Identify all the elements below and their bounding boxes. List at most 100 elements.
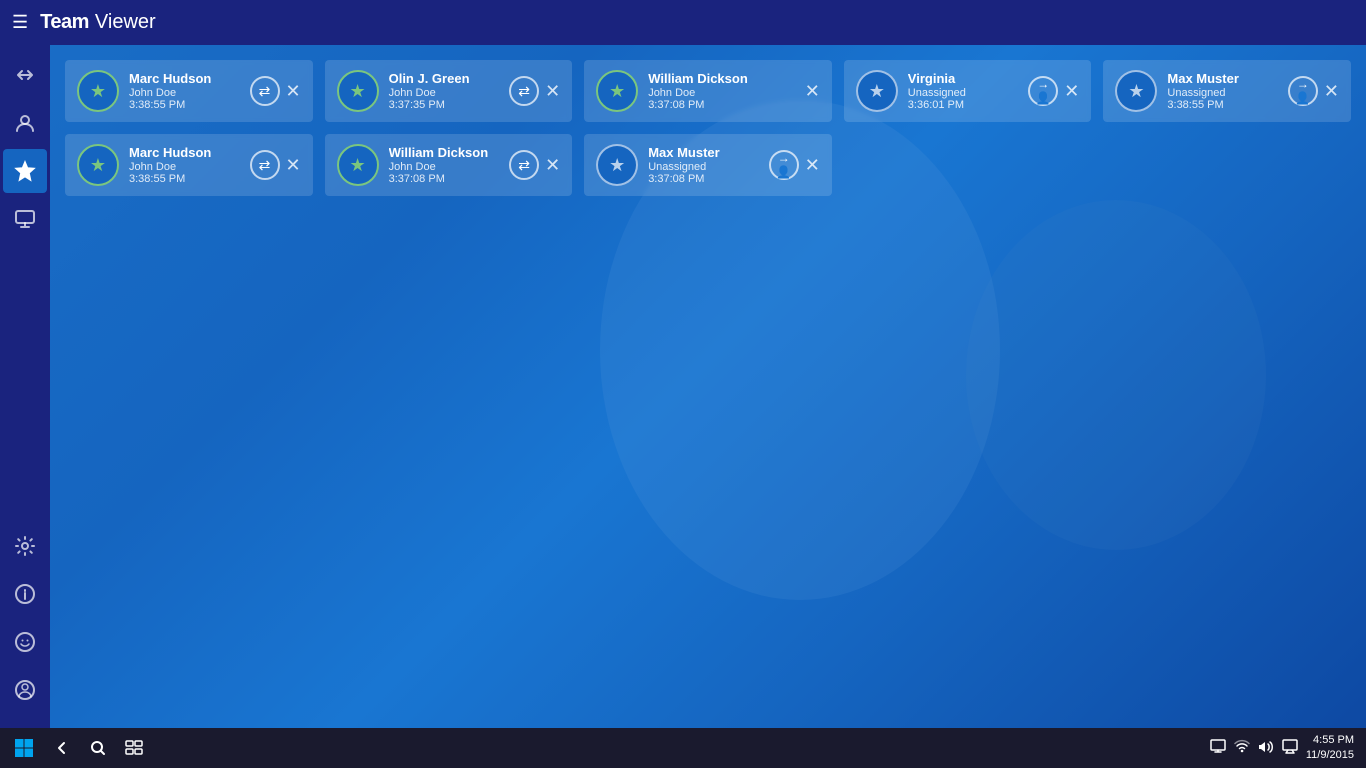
session-actions-1: ⇄ ✕ <box>250 76 301 106</box>
sidebar-item-settings[interactable] <box>3 524 47 568</box>
sidebar-bottom <box>3 524 47 720</box>
session-card-marc-hudson-2: ★ Marc Hudson John Doe 3:38:55 PM ⇄ ✕ <box>65 134 313 196</box>
close-button-1[interactable]: ✕ <box>286 82 301 100</box>
windows-start-button[interactable] <box>4 728 44 768</box>
session-actions-8: →👤 ✕ <box>769 150 820 180</box>
session-card-max-muster-1: ★ Max Muster Unassigned 3:38:55 PM →👤 ✕ <box>1103 60 1351 122</box>
sidebar-item-info[interactable] <box>3 572 47 616</box>
session-name-5: Max Muster <box>1167 71 1278 86</box>
session-time-7: 3:37:08 PM <box>389 173 500 185</box>
session-time-6: 3:38:55 PM <box>129 173 240 185</box>
switch-button-7[interactable]: ⇄ <box>509 150 539 180</box>
logo-team: Team <box>40 11 89 34</box>
session-actions-5: →👤 ✕ <box>1288 76 1339 106</box>
session-card-william-dickson-1: ★ William Dickson John Doe 3:37:08 PM ✕ <box>584 60 832 122</box>
session-user-4: Unassigned <box>908 87 1019 99</box>
session-avatar-3: ★ <box>596 70 638 112</box>
sidebar-item-feedback[interactable] <box>3 620 47 664</box>
session-info-4: Virginia Unassigned 3:36:01 PM <box>908 71 1019 111</box>
search-icon <box>89 739 107 757</box>
session-actions-3: ✕ <box>805 82 820 100</box>
close-button-3[interactable]: ✕ <box>805 82 820 100</box>
wifi-icon <box>1234 739 1250 755</box>
sidebar-item-profile[interactable] <box>3 668 47 712</box>
monitor-icon <box>1210 739 1226 755</box>
session-info-6: Marc Hudson John Doe 3:38:55 PM <box>129 145 240 185</box>
session-avatar-4: ★ <box>856 70 898 112</box>
session-name-6: Marc Hudson <box>129 145 240 160</box>
taskbar-notification-icon[interactable] <box>1282 739 1298 758</box>
session-avatar-5: ★ <box>1115 70 1157 112</box>
session-info-1: Marc Hudson John Doe 3:38:55 PM <box>129 71 240 111</box>
session-actions-4: →👤 ✕ <box>1028 76 1079 106</box>
switch-button-6[interactable]: ⇄ <box>250 150 280 180</box>
notification-icon <box>1282 739 1298 755</box>
session-info-5: Max Muster Unassigned 3:38:55 PM <box>1167 71 1278 111</box>
computers-icon <box>14 208 36 230</box>
session-user-6: John Doe <box>129 161 240 173</box>
close-button-2[interactable]: ✕ <box>545 82 560 100</box>
session-info-8: Max Muster Unassigned 3:37:08 PM <box>648 145 759 185</box>
session-time-3: 3:37:08 PM <box>648 99 795 111</box>
session-user-7: John Doe <box>389 161 500 173</box>
close-button-6[interactable]: ✕ <box>286 156 301 174</box>
session-actions-7: ⇄ ✕ <box>509 150 560 180</box>
assign-button-4[interactable]: →👤 <box>1028 76 1058 106</box>
session-name-7: William Dickson <box>389 145 500 160</box>
star-icon-6: ★ <box>90 155 106 176</box>
session-card-william-dickson-2: ★ William Dickson John Doe 3:37:08 PM ⇄ … <box>325 134 573 196</box>
taskbar-right: 4:55 PM 11/9/2015 <box>1210 733 1362 764</box>
session-time-4: 3:36:01 PM <box>908 99 1019 111</box>
session-time-2: 3:37:35 PM <box>389 99 500 111</box>
volume-icon <box>1258 739 1274 755</box>
favorites-icon <box>14 160 36 182</box>
close-button-4[interactable]: ✕ <box>1064 82 1079 100</box>
sidebar-item-computers[interactable] <box>3 197 47 241</box>
logo-viewer: Viewer <box>95 11 156 34</box>
assign-button-5[interactable]: →👤 <box>1288 76 1318 106</box>
switch-button-1[interactable]: ⇄ <box>250 76 280 106</box>
session-user-5: Unassigned <box>1167 87 1278 99</box>
session-name-3: William Dickson <box>648 71 795 86</box>
taskbar-clock[interactable]: 4:55 PM 11/9/2015 <box>1306 733 1354 764</box>
sidebar-item-connections[interactable] <box>3 53 47 97</box>
task-view-button[interactable] <box>116 730 152 766</box>
session-avatar-1: ★ <box>77 70 119 112</box>
taskbar-volume-icon[interactable] <box>1258 739 1274 758</box>
close-button-5[interactable]: ✕ <box>1324 82 1339 100</box>
sidebar-item-favorites[interactable] <box>3 149 47 193</box>
taskbar-wifi-icon[interactable] <box>1234 739 1250 758</box>
taskbar-monitor-icon[interactable] <box>1210 739 1226 758</box>
session-card-max-muster-2: ★ Max Muster Unassigned 3:37:08 PM →👤 ✕ <box>584 134 832 196</box>
star-icon-2: ★ <box>350 81 366 102</box>
switch-button-2[interactable]: ⇄ <box>509 76 539 106</box>
clock-date: 11/9/2015 <box>1306 748 1354 763</box>
sidebar-item-contacts[interactable] <box>3 101 47 145</box>
search-button[interactable] <box>80 730 116 766</box>
star-icon-3: ★ <box>609 81 625 102</box>
session-time-1: 3:38:55 PM <box>129 99 240 111</box>
info-icon <box>14 583 36 605</box>
star-icon-7: ★ <box>350 155 366 176</box>
menu-button[interactable]: ☰ <box>12 12 28 33</box>
star-icon-5: ★ <box>1128 81 1144 102</box>
star-icon-1: ★ <box>90 81 106 102</box>
session-info-7: William Dickson John Doe 3:37:08 PM <box>389 145 500 185</box>
close-button-7[interactable]: ✕ <box>545 156 560 174</box>
close-button-8[interactable]: ✕ <box>805 156 820 174</box>
session-avatar-2: ★ <box>337 70 379 112</box>
session-time-8: 3:37:08 PM <box>648 173 759 185</box>
star-icon-8: ★ <box>609 155 625 176</box>
session-actions-6: ⇄ ✕ <box>250 150 301 180</box>
back-icon <box>53 739 71 757</box>
session-name-2: Olin J. Green <box>389 71 500 86</box>
session-name-1: Marc Hudson <box>129 71 240 86</box>
back-button[interactable] <box>44 730 80 766</box>
windows-logo-icon <box>14 738 34 758</box>
session-card-olin-green: ★ Olin J. Green John Doe 3:37:35 PM ⇄ ✕ <box>325 60 573 122</box>
session-user-8: Unassigned <box>648 161 759 173</box>
assign-button-8[interactable]: →👤 <box>769 150 799 180</box>
task-view-icon <box>125 739 143 757</box>
sidebar <box>0 45 50 728</box>
session-avatar-6: ★ <box>77 144 119 186</box>
